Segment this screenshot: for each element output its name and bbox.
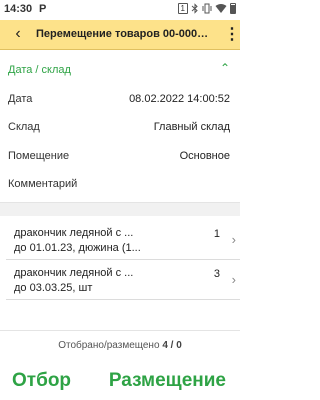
status-bar: 14:30 P 1: [0, 0, 240, 20]
counter-value: 4 / 0: [162, 340, 182, 351]
wifi-icon: [215, 4, 227, 13]
item-detail: до 03.03.25, шт: [14, 282, 93, 294]
item-detail: до 01.01.23, дюжина (1...: [14, 242, 141, 254]
bluetooth-icon: [191, 3, 198, 14]
chevron-right-icon: ›: [231, 232, 236, 247]
list-item[interactable]: дракончик ледяной с ... до 03.03.25, шт …: [0, 262, 240, 300]
divider: [6, 259, 240, 260]
sim-icon: 1: [177, 3, 188, 14]
field-label: Помещение: [8, 150, 70, 162]
item-name: дракончик ледяной с ...: [14, 267, 134, 279]
field-label: Склад: [8, 121, 40, 133]
picked-placed-counter: Отобрано/размещено 4 / 0: [0, 340, 240, 351]
item-quantity: 3: [213, 268, 220, 280]
list-separator: [0, 202, 240, 216]
pick-button[interactable]: Отбор: [12, 370, 71, 392]
counter-label: Отобрано/размещено: [58, 340, 160, 351]
footer-divider: [0, 330, 240, 331]
list-item[interactable]: дракончик ледяной с ... до 01.01.23, дюж…: [0, 222, 240, 260]
vibrate-icon: [202, 3, 212, 14]
field-warehouse[interactable]: Склад Главный склад: [0, 116, 240, 138]
item-name: дракончик ледяной с ...: [14, 227, 134, 239]
item-quantity: 1: [213, 228, 220, 240]
status-icons: 1: [177, 3, 236, 14]
chevron-up-icon[interactable]: ⌃: [220, 61, 230, 75]
chevron-right-icon: ›: [231, 272, 236, 287]
overflow-menu-icon[interactable]: ⋮: [224, 25, 240, 45]
battery-icon: [230, 3, 236, 14]
app-bar: ‹ Перемещение товаров 00-000… ⋮: [0, 20, 240, 50]
field-value: 08.02.2022 14:00:52: [129, 93, 230, 105]
field-comment[interactable]: Комментарий: [0, 173, 240, 195]
field-label: Комментарий: [8, 178, 78, 190]
field-value: Главный склад: [153, 121, 230, 133]
field-label: Дата: [8, 93, 33, 105]
field-value: Основное: [179, 150, 230, 162]
notification-icon: P: [39, 3, 47, 15]
field-room[interactable]: Помещение Основное: [0, 145, 240, 167]
place-button[interactable]: Размещение: [109, 370, 226, 392]
status-time: 14:30: [4, 3, 33, 15]
page-title: Перемещение товаров 00-000…: [36, 28, 209, 40]
section-title: Дата / склад: [8, 64, 71, 76]
section-header-date-warehouse[interactable]: Дата / склад ⌃: [0, 58, 240, 82]
field-date: Дата 08.02.2022 14:00:52: [0, 88, 240, 110]
back-icon[interactable]: ‹: [8, 24, 28, 44]
divider: [6, 299, 240, 300]
